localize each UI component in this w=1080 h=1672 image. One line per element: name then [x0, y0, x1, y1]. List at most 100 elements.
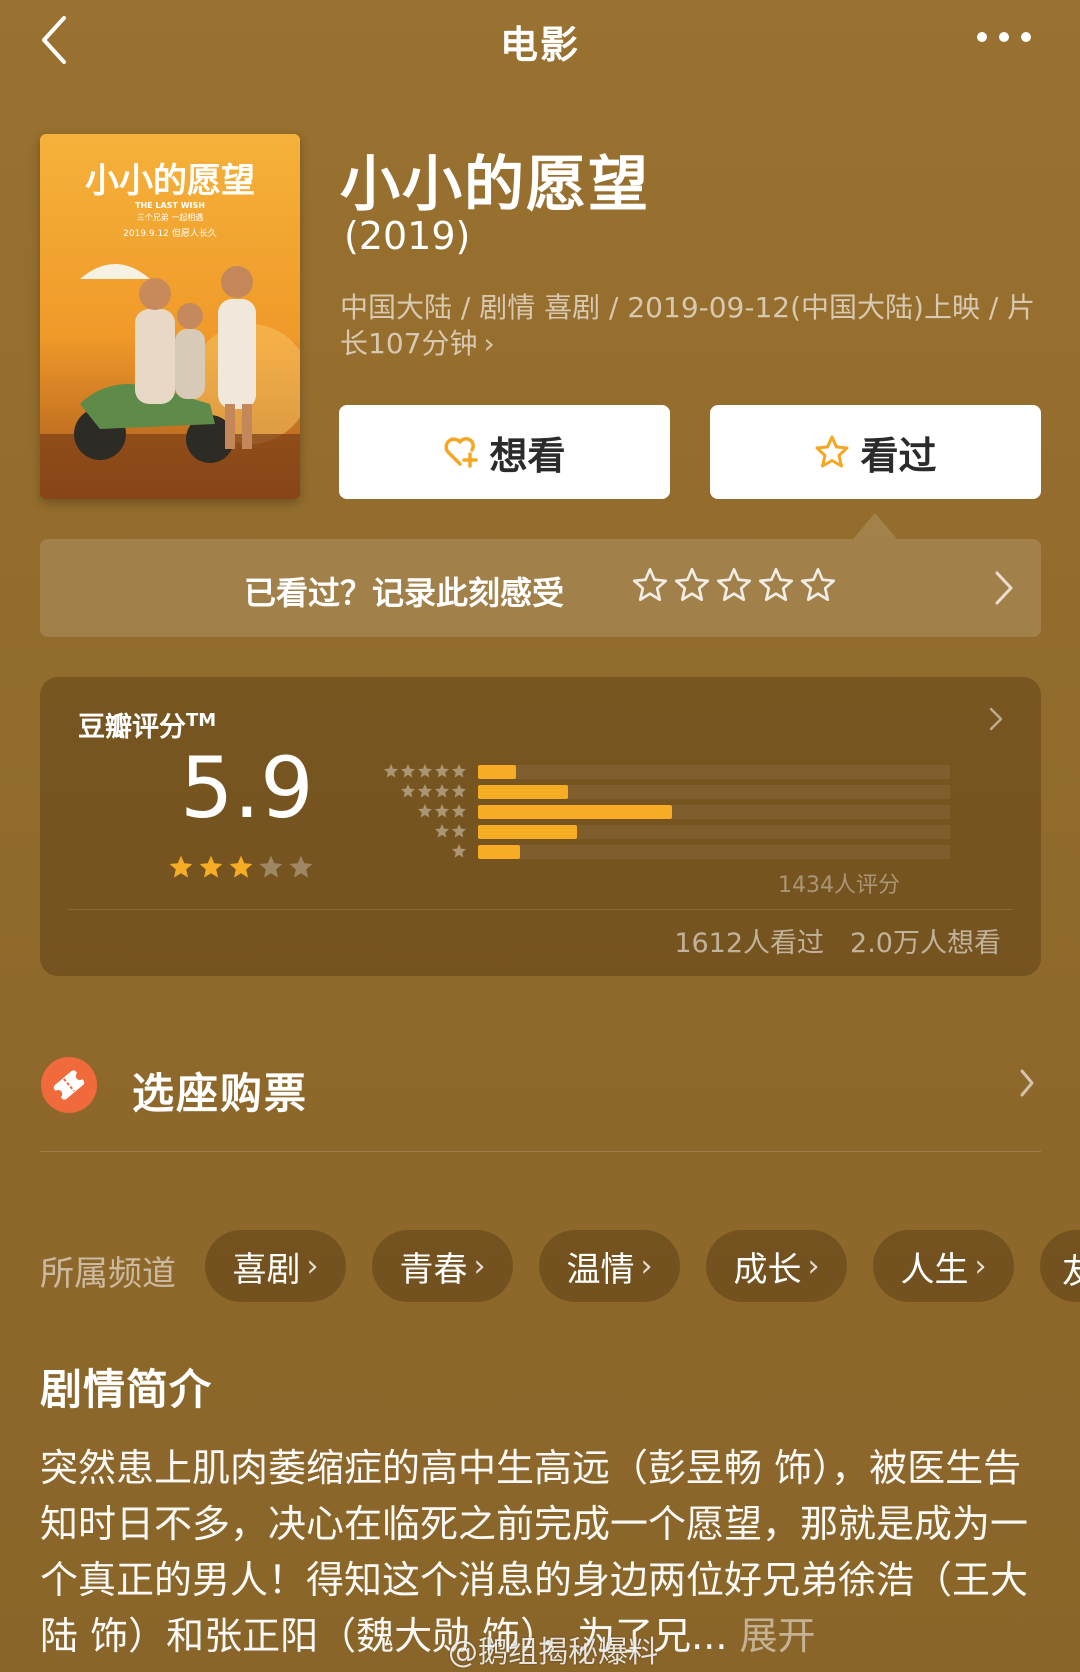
star-outline-icon[interactable]: [674, 567, 710, 603]
star-small-icon: [452, 784, 466, 798]
row-stars: [434, 823, 467, 839]
chevron-right-icon: ›: [640, 1248, 653, 1284]
star-outline-icon[interactable]: [800, 567, 836, 603]
rating-distribution: [328, 762, 950, 862]
star-outline-icon[interactable]: [758, 567, 794, 603]
svg-text:三个兄弟 一起相遇: 三个兄弟 一起相遇: [137, 212, 204, 222]
chevron-right-icon: ›: [807, 1248, 820, 1284]
rate-stars[interactable]: [632, 567, 836, 603]
channel-chip[interactable]: 温情 ›: [539, 1230, 680, 1302]
rating-count: 1434人评分: [778, 873, 900, 898]
star-small-icon: [435, 824, 449, 838]
movie-poster[interactable]: 小小的愿望 THE LAST WISH 三个兄弟 一起相遇 2019.9.12 …: [40, 134, 300, 499]
channel-chips: 喜剧 › 青春 › 温情 › 成长 › 人生 ›: [205, 1230, 1014, 1302]
want-count: 2.0万人想看: [850, 928, 1001, 959]
star-small-icon: [452, 764, 466, 778]
watched-button[interactable]: 看过: [710, 405, 1041, 499]
star-small-icon: [401, 764, 415, 778]
nav-bar: 电影: [0, 0, 1080, 80]
heart-plus-icon: [444, 437, 479, 468]
star-empty-icon: [259, 855, 283, 878]
douban-score: 5.9: [180, 739, 314, 837]
douban-rating-card[interactable]: 豆瓣评分TM 5.9 1434人评分 1612人看过 2.0万人想看: [40, 677, 1041, 976]
row-stars: [417, 803, 467, 819]
expand-link[interactable]: 展开: [740, 1614, 816, 1658]
distribution-row: [328, 802, 950, 822]
synopsis-title: 剧情简介: [40, 1365, 213, 1414]
star-outline-icon[interactable]: [632, 567, 668, 603]
star-small-icon: [452, 844, 466, 858]
rate-prompt-bar[interactable]: 已看过？记录此刻感受: [40, 539, 1041, 637]
star-small-icon: [418, 764, 432, 778]
distribution-track: [478, 825, 950, 839]
star-small-icon: [452, 804, 466, 818]
star-filled-icon: [229, 855, 253, 878]
movie-meta-text: 中国大陆 / 剧情 喜剧 / 2019-09-12(中国大陆)上映 / 片长10…: [340, 291, 1036, 360]
star-small-icon: [384, 764, 398, 778]
seen-count: 1612人看过: [674, 928, 825, 959]
score-stars: [168, 854, 314, 880]
buy-ticket-row[interactable]: 选座购票: [40, 1050, 1041, 1120]
distribution-track: [478, 805, 950, 819]
poster-image: 小小的愿望 THE LAST WISH 三个兄弟 一起相遇 2019.9.12 …: [40, 134, 300, 499]
star-filled-icon: [169, 855, 193, 878]
row-stars: [451, 843, 467, 859]
distribution-row: [328, 822, 950, 842]
want-to-watch-button[interactable]: 想看: [339, 405, 670, 499]
distribution-track: [478, 785, 950, 799]
channel-chip[interactable]: 青春 ›: [372, 1230, 513, 1302]
distribution-bar: [478, 765, 516, 779]
score-footer: 1612人看过 2.0万人想看: [674, 921, 1001, 960]
distribution-bar: [478, 785, 568, 799]
channel-chip[interactable]: 喜剧 ›: [205, 1230, 346, 1302]
divider: [68, 909, 1013, 910]
want-to-watch-label: 想看: [489, 433, 566, 478]
row-stars: [400, 783, 467, 799]
svg-text:2019.9.12 但愿人长久: 2019.9.12 但愿人长久: [123, 227, 217, 239]
rate-prompt-text: 已看过？记录此刻感受: [244, 574, 565, 612]
star-small-icon: [418, 784, 432, 798]
watched-label: 看过: [860, 433, 937, 478]
distribution-row: [328, 842, 950, 862]
chevron-right-icon: ›: [306, 1248, 319, 1284]
channel-chip[interactable]: 成长 ›: [706, 1230, 847, 1302]
chevron-right-icon: ›: [473, 1248, 486, 1284]
chevron-right-icon: [995, 571, 1013, 605]
watermark: @鹅组揭秘爆料: [448, 1635, 658, 1670]
more-dots-icon: [977, 32, 1031, 42]
channel-chip[interactable]: 人生 ›: [873, 1230, 1014, 1302]
star-small-icon: [435, 804, 449, 818]
star-small-icon: [452, 824, 466, 838]
star-filled-icon: [199, 855, 223, 878]
star-small-icon: [435, 764, 449, 778]
channel-chip-partial[interactable]: 友: [1040, 1230, 1080, 1302]
distribution-bar: [478, 845, 520, 859]
star-small-icon: [435, 784, 449, 798]
divider: [40, 1151, 1041, 1152]
chevron-right-icon: [1020, 1069, 1034, 1097]
channels-label: 所属频道: [40, 1254, 176, 1294]
chevron-right-icon: [989, 707, 1003, 731]
star-outline-icon[interactable]: [716, 567, 752, 603]
star-small-icon: [418, 804, 432, 818]
distribution-bar: [478, 805, 672, 819]
svg-text:THE LAST WISH: THE LAST WISH: [135, 201, 205, 210]
chevron-right-icon: ›: [974, 1248, 987, 1284]
movie-meta[interactable]: 中国大陆 / 剧情 喜剧 / 2019-09-12(中国大陆)上映 / 片长10…: [340, 290, 1040, 362]
poster-title-art: 小小的愿望: [85, 161, 255, 201]
star-empty-icon: [289, 855, 313, 878]
star-outline-icon: [815, 435, 849, 468]
more-button[interactable]: [972, 22, 1036, 52]
star-small-icon: [401, 784, 415, 798]
distribution-row: [328, 782, 950, 802]
buy-ticket-label: 选座购票: [132, 1069, 309, 1118]
distribution-row: [328, 762, 950, 782]
ticket-icon: [41, 1057, 97, 1113]
movie-year: (2019): [344, 214, 471, 258]
row-stars: [383, 763, 467, 779]
distribution-track: [478, 765, 950, 779]
rate-bar-pointer: [853, 513, 897, 539]
page-title: 电影: [499, 23, 580, 67]
distribution-bar: [478, 825, 577, 839]
movie-detail-page: 电影 小小的愿望 THE LAST WISH 三个兄弟 一起相遇 2019.9.…: [0, 0, 1080, 1672]
